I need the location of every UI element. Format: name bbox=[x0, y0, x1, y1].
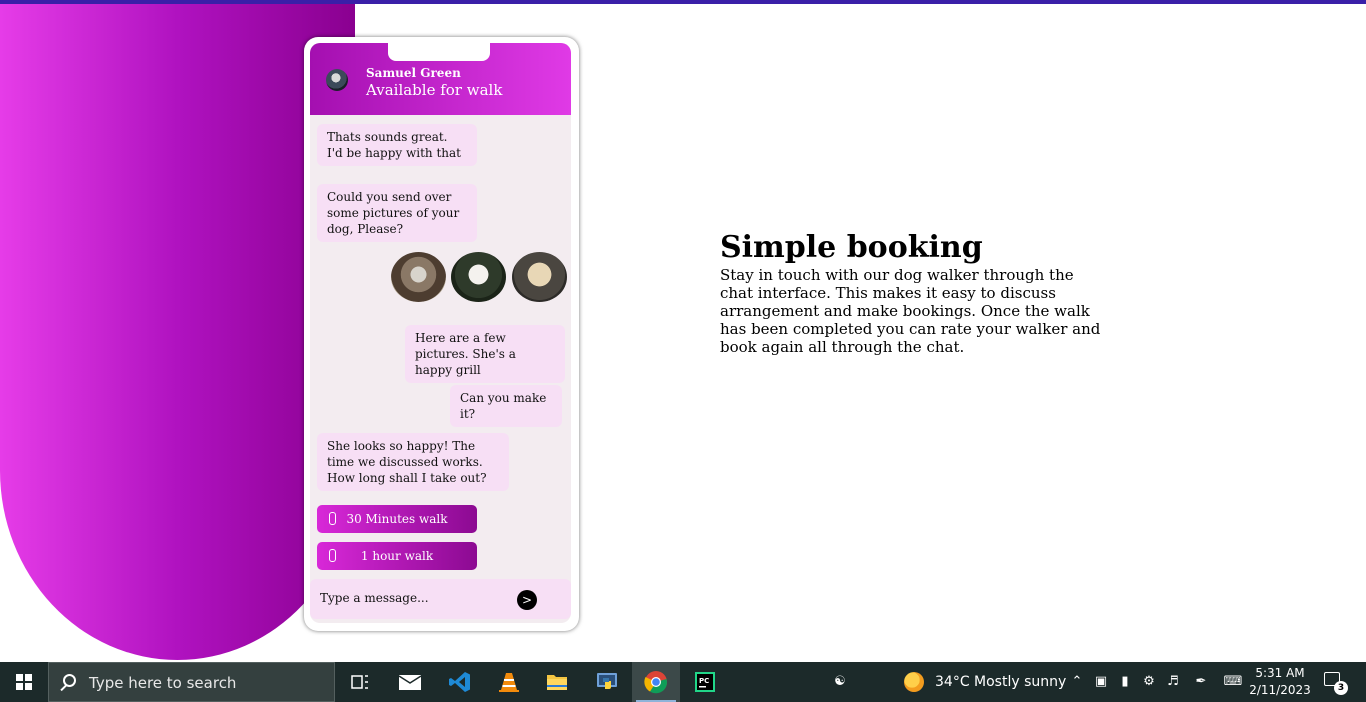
weather-text[interactable]: 34°C Mostly sunny bbox=[935, 674, 1066, 690]
phone-notch bbox=[388, 43, 490, 61]
avatar[interactable] bbox=[326, 69, 348, 91]
clock-date: 2/11/2023 bbox=[1249, 683, 1311, 697]
clock-time: 5:31 AM bbox=[1255, 666, 1305, 680]
network-globe-icon[interactable]: ⚙ bbox=[1141, 674, 1157, 690]
meet-now-icon[interactable]: ▣ bbox=[1093, 674, 1109, 690]
chevron-up-icon[interactable]: ⌃ bbox=[1069, 674, 1085, 690]
pen-icon[interactable]: ✒ bbox=[1193, 674, 1209, 690]
people-icon[interactable]: ☯ bbox=[832, 674, 848, 690]
python-app-button[interactable] bbox=[583, 662, 631, 702]
weather-icon[interactable] bbox=[904, 672, 924, 692]
message-received: Thats sounds great. I'd be happy with th… bbox=[317, 124, 477, 166]
vlc-app-button[interactable] bbox=[485, 662, 533, 702]
search-icon bbox=[63, 674, 76, 687]
phone-mockup: Samuel Green Available for walk Thats so… bbox=[304, 37, 579, 631]
send-button[interactable]: > bbox=[517, 590, 537, 610]
svg-text:PC: PC bbox=[699, 677, 709, 685]
task-view-icon bbox=[351, 675, 368, 689]
windows-icon bbox=[16, 674, 32, 690]
decorative-gradient-shape bbox=[0, 4, 355, 660]
notification-center-button[interactable]: 3 bbox=[1324, 672, 1348, 695]
chrome-app-button[interactable] bbox=[632, 662, 680, 702]
dog-photo-3[interactable] bbox=[512, 252, 567, 302]
contact-status: Available for walk bbox=[366, 81, 503, 99]
python-icon bbox=[597, 673, 617, 689]
system-clock[interactable]: 5:31 AM 2/11/2023 bbox=[1248, 665, 1312, 699]
taskbar-search[interactable]: Type here to search bbox=[48, 662, 335, 702]
option-30-minutes-button[interactable]: 30 Minutes walk bbox=[317, 505, 477, 533]
search-placeholder: Type here to search bbox=[89, 674, 237, 692]
message-received: She looks so happy! The time we discusse… bbox=[317, 433, 509, 491]
vscode-icon bbox=[449, 672, 470, 692]
message-input[interactable] bbox=[320, 588, 510, 608]
pycharm-icon: PC bbox=[695, 672, 715, 692]
mail-icon bbox=[398, 675, 422, 690]
vscode-app-button[interactable] bbox=[436, 662, 484, 702]
vlc-icon bbox=[499, 673, 519, 692]
message-received: Could you send over some pictures of you… bbox=[317, 184, 477, 242]
feature-section: Simple booking Stay in touch with our do… bbox=[720, 230, 1110, 356]
file-explorer-button[interactable] bbox=[533, 662, 581, 702]
chat-screen: Samuel Green Available for walk Thats so… bbox=[310, 43, 571, 623]
volume-icon[interactable]: ♬ bbox=[1165, 674, 1181, 690]
pycharm-app-button[interactable]: PC bbox=[681, 662, 729, 702]
feature-title: Simple booking bbox=[720, 230, 983, 265]
dog-photo-2[interactable] bbox=[451, 252, 506, 302]
message-sent: Here are a few pictures. She's a happy g… bbox=[405, 325, 565, 383]
option-1-hour-button[interactable]: 1 hour walk bbox=[317, 542, 477, 570]
folder-icon bbox=[547, 675, 567, 690]
notification-count: 3 bbox=[1334, 681, 1348, 695]
mail-app-button[interactable] bbox=[386, 662, 434, 702]
dog-photo-1[interactable] bbox=[391, 252, 446, 302]
message-input-bar: > bbox=[310, 579, 571, 619]
feature-description: Stay in touch with our dog walker throug… bbox=[720, 266, 1101, 356]
contact-name: Samuel Green bbox=[366, 66, 461, 80]
option-label: 1 hour walk bbox=[360, 549, 434, 563]
battery-icon[interactable]: ▮ bbox=[1117, 674, 1133, 690]
keyboard-icon[interactable]: ⌨ bbox=[1222, 674, 1244, 690]
message-sent: Can you make it? bbox=[450, 385, 562, 427]
task-view-button[interactable] bbox=[336, 662, 384, 702]
option-label: 30 Minutes walk bbox=[346, 512, 448, 526]
chrome-icon bbox=[644, 671, 668, 694]
start-button[interactable] bbox=[0, 662, 48, 702]
taskbar: Type here to search PC ☯ 34°C Mostly sun… bbox=[0, 662, 1366, 702]
